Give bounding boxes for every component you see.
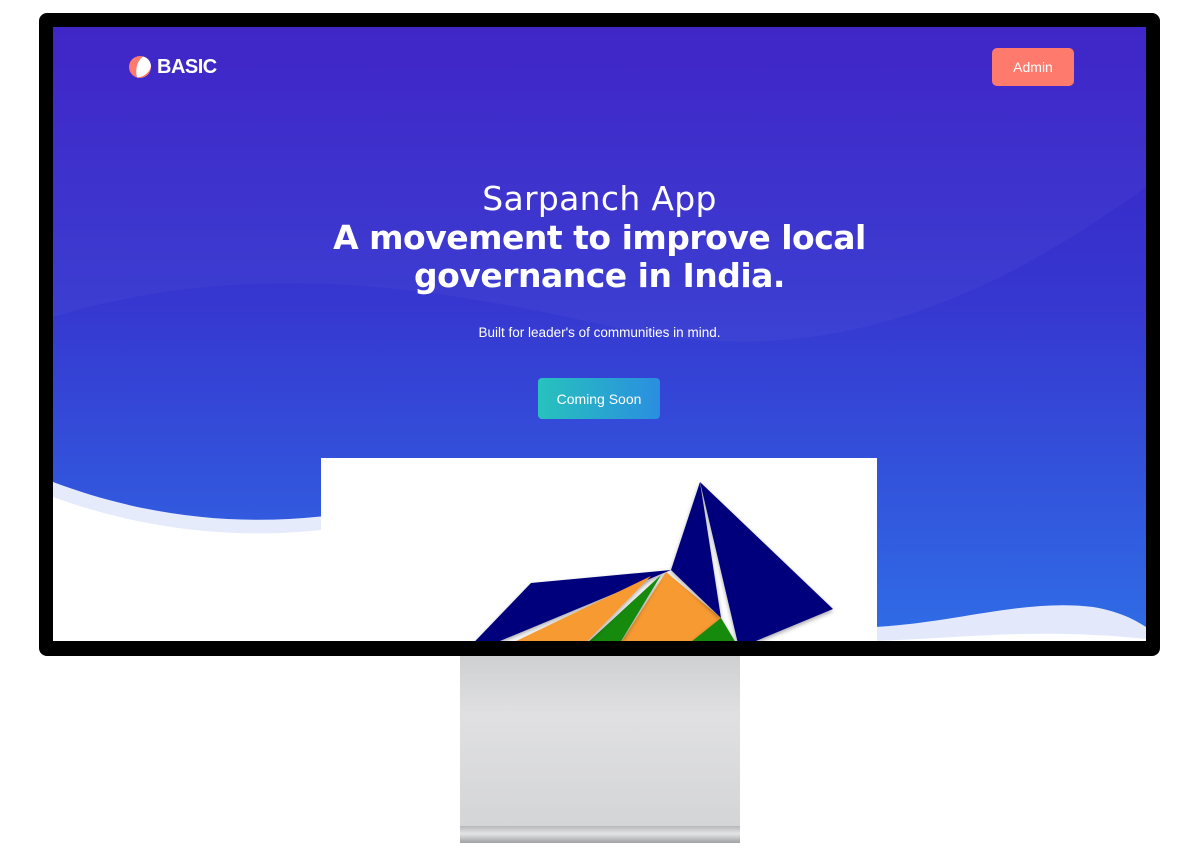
- website-screen: BASIC Admin Sarpanch App A movement to i…: [53, 27, 1146, 641]
- coming-soon-button[interactable]: Coming Soon: [538, 378, 660, 419]
- leaf-logo-icon: [129, 56, 151, 78]
- tricolor-origami-bird-graphic: [475, 482, 833, 641]
- hero-title: A movement to improve local governance i…: [333, 218, 866, 295]
- logo[interactable]: BASIC: [128, 55, 217, 79]
- logo-text: BASIC: [157, 55, 217, 78]
- hero-description: Built for leader's of communities in min…: [478, 325, 721, 340]
- admin-button[interactable]: Admin: [992, 48, 1074, 86]
- hero-subtitle: Sarpanch App: [482, 179, 717, 218]
- hero-section: Sarpanch App A movement to improve local…: [53, 179, 1146, 295]
- app-preview-image: [321, 458, 877, 641]
- monitor-stand-base: [460, 826, 740, 843]
- monitor-stand: [460, 656, 740, 826]
